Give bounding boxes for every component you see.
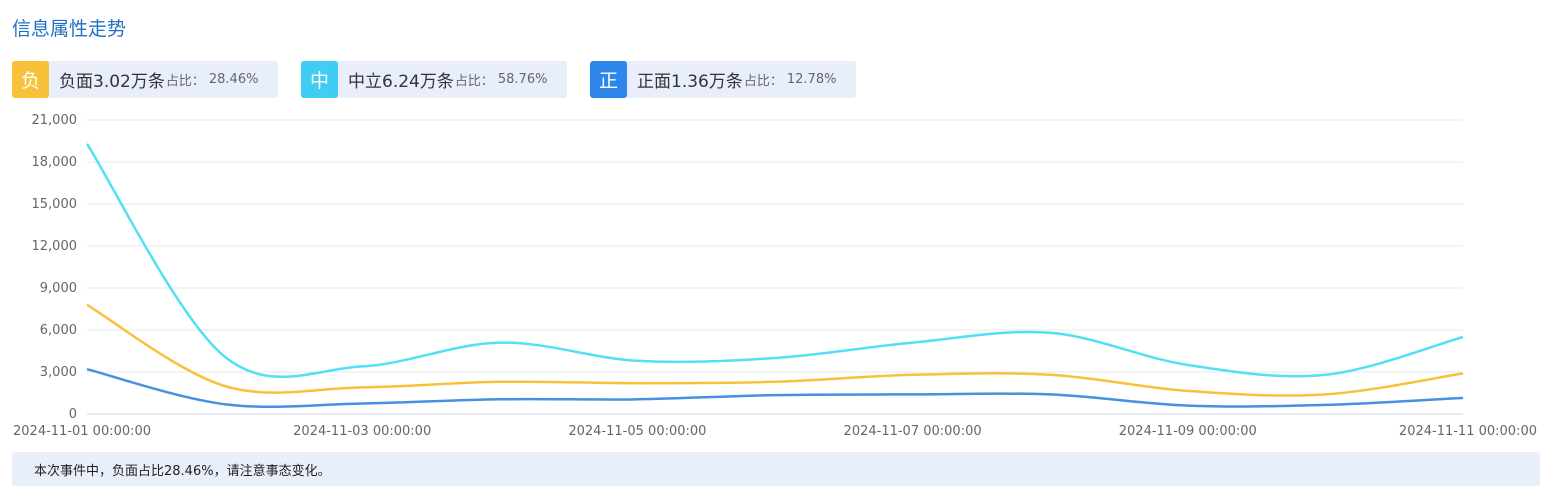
summary-note-text: 本次事件中，负面占比28.46%，请注意事态变化。 <box>34 463 331 479</box>
x-tick-label: 2024-11-11 00:00:00 <box>1399 424 1537 439</box>
y-tick-label: 21,000 <box>32 113 78 128</box>
badge-positive-ratio-label: 占比： <box>743 74 783 89</box>
y-tick-label: 18,000 <box>32 155 78 170</box>
y-tick-label: 9,000 <box>40 281 77 296</box>
badge-negative-ratio-label: 占比： <box>165 74 205 89</box>
y-tick-label: 12,000 <box>32 239 78 254</box>
badge-positive: 正 正面1.36万条 占比： 12.78% <box>590 61 856 98</box>
x-tick-label: 2024-11-01 00:00:00 <box>13 424 151 439</box>
badge-neutral: 中 中立6.24万条 占比： 58.76% <box>301 61 567 98</box>
x-tick-label: 2024-11-05 00:00:00 <box>568 424 706 439</box>
y-tick-label: 0 <box>69 407 77 422</box>
badge-neutral-count: 中立6.24万条 <box>348 72 454 92</box>
trend-line-chart: 0 3,000 6,000 9,000 12,000 15,000 18,000 21,000… <box>13 113 1537 439</box>
y-tick-label: 3,000 <box>40 365 77 380</box>
badge-negative-count: 负面3.02万条 <box>59 72 165 92</box>
y-tick-label: 15,000 <box>32 197 78 212</box>
summary-note: 本次事件中，负面占比28.46%，请注意事态变化。 <box>12 452 1540 486</box>
badge-negative-icon: 负 <box>12 61 49 98</box>
y-tick-label: 6,000 <box>40 323 77 338</box>
badge-positive-ratio: 12.78% <box>786 72 837 87</box>
x-tick-label: 2024-11-07 00:00:00 <box>844 424 982 439</box>
section-title: 信息属性走势 <box>12 18 127 40</box>
badge-negative: 负 负面3.02万条 占比： 28.46% <box>12 61 278 98</box>
badge-neutral-icon: 中 <box>301 61 338 98</box>
badge-neutral-ratio-label: 占比： <box>454 74 494 89</box>
badge-negative-ratio: 28.46% <box>208 72 259 87</box>
badge-neutral-ratio: 58.76% <box>497 72 548 87</box>
badge-positive-count: 正面1.36万条 <box>637 72 743 92</box>
series-line-negative <box>86 303 1464 397</box>
x-tick-label: 2024-11-09 00:00:00 <box>1119 424 1257 439</box>
series-line-neutral <box>85 143 1464 378</box>
x-tick-label: 2024-11-03 00:00:00 <box>293 424 431 439</box>
badge-positive-icon: 正 <box>590 61 627 98</box>
